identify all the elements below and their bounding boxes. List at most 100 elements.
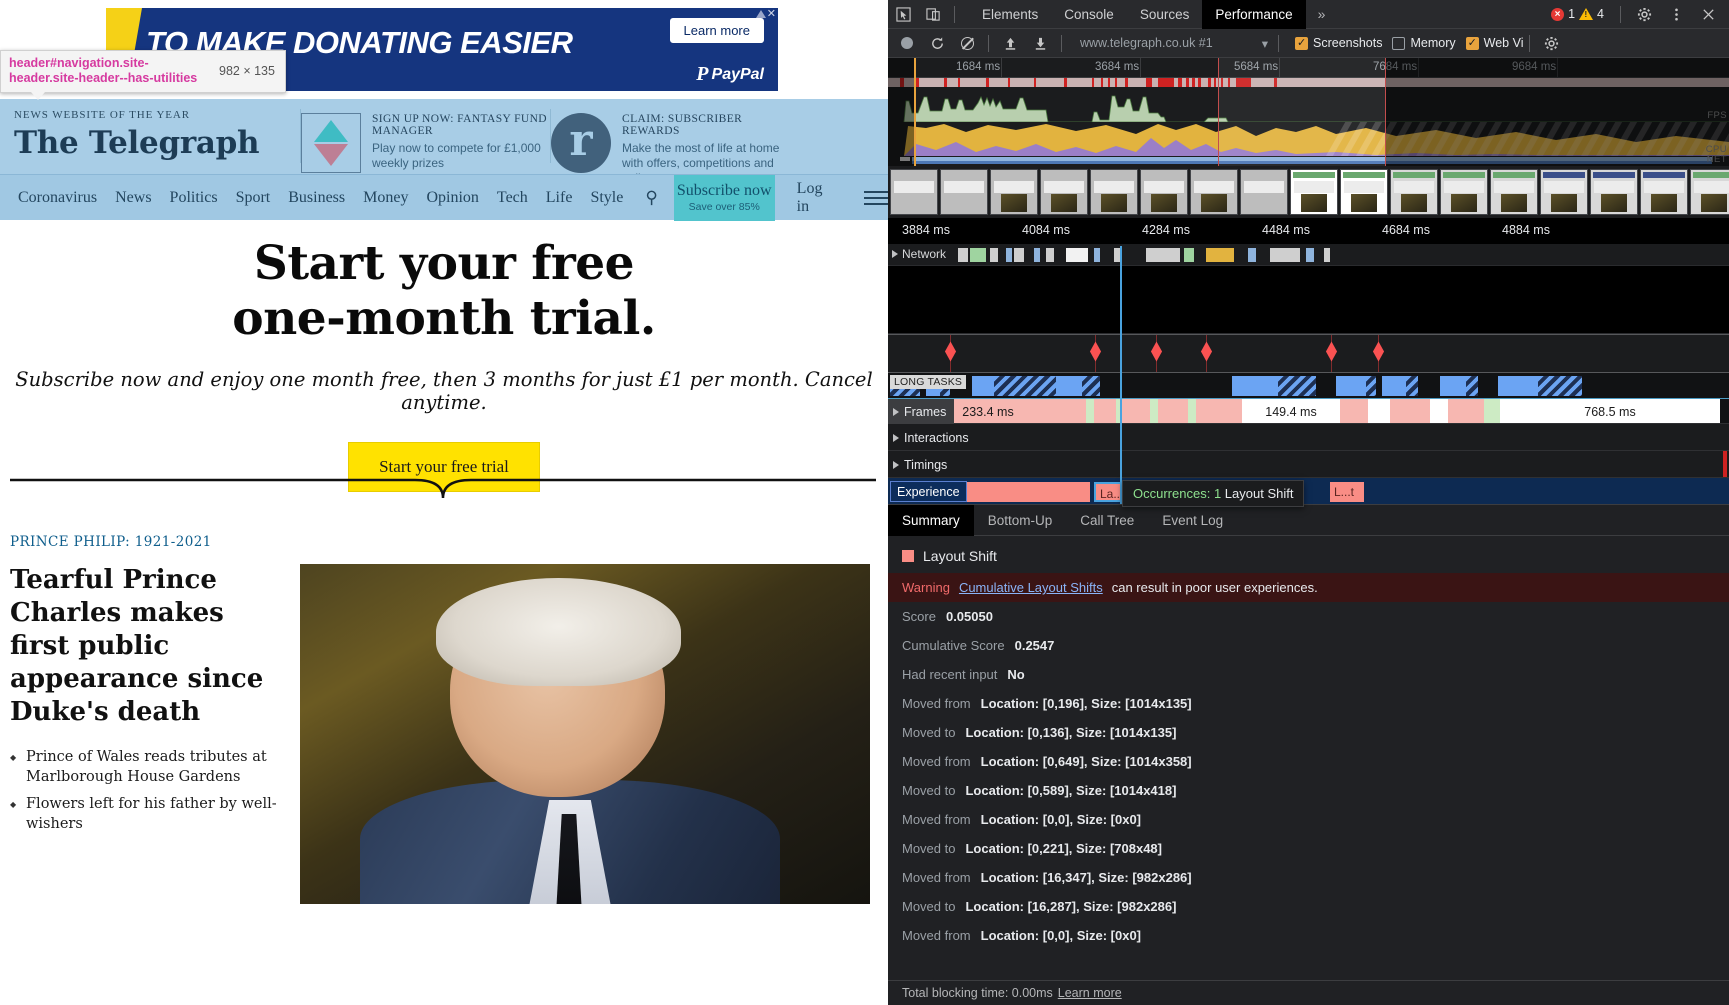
filmstrip-frame[interactable]	[1540, 169, 1588, 215]
timing-marker-red[interactable]	[1723, 451, 1727, 478]
login-link[interactable]: Log in	[797, 180, 828, 216]
frame-duration-3[interactable]: 768.5 ms	[1500, 399, 1720, 424]
chevron-right-icon[interactable]	[893, 407, 899, 416]
filmstrip-frame[interactable]	[1040, 169, 1088, 215]
timing-marker[interactable]	[1089, 341, 1102, 362]
promo-fantasy-fund-manager[interactable]: SIGN UP NOW: FANTASY FUND MANAGER Play n…	[301, 99, 550, 173]
nav-item-sport[interactable]: Sport	[236, 189, 271, 207]
overview-selection-window[interactable]	[1218, 58, 1386, 166]
experience-track-header[interactable]: Experience	[890, 481, 967, 502]
timings-track-header[interactable]: Timings	[888, 451, 955, 478]
network-track-header[interactable]: Network	[892, 247, 946, 261]
tab-console[interactable]: Console	[1051, 0, 1127, 29]
filmstrip-frame-selected-2[interactable]	[1340, 169, 1388, 215]
frames-track-header[interactable]: Frames	[888, 399, 955, 424]
more-vertical-icon[interactable]	[1661, 0, 1691, 29]
timeline-overview[interactable]: 1684 ms 3684 ms 5684 ms 7684 ms 9684 ms	[888, 58, 1729, 166]
filmstrip-frame[interactable]	[1240, 169, 1288, 215]
record-circle-icon[interactable]	[892, 29, 922, 58]
timing-marker[interactable]	[944, 341, 957, 362]
cumulative-layout-shifts-link[interactable]: Cumulative Layout Shifts	[959, 580, 1103, 595]
webvitals-checkbox[interactable]: Web Vi	[1465, 36, 1523, 50]
timings-track[interactable]: Timings	[888, 450, 1729, 478]
ad-learn-more-button[interactable]: Learn more	[669, 18, 764, 43]
frame-duration-2[interactable]: 149.4 ms	[1242, 399, 1340, 424]
tab-performance[interactable]: Performance	[1202, 0, 1306, 29]
filmstrip-frame[interactable]	[1690, 169, 1729, 215]
timing-marker[interactable]	[1325, 341, 1338, 362]
upload-profile-icon[interactable]	[995, 29, 1025, 58]
chevron-double-right-icon[interactable]: »	[1306, 6, 1338, 22]
nav-item-life[interactable]: Life	[546, 189, 573, 207]
experience-track[interactable]: ut Shift La... L...t Experience Occurren…	[888, 477, 1729, 507]
network-track[interactable]: Network	[888, 244, 1729, 266]
tab-summary[interactable]: Summary	[888, 504, 974, 536]
memory-checkbox[interactable]: Memory	[1392, 36, 1456, 50]
ad-close-icon[interactable]: ✕	[767, 9, 776, 20]
nav-item-money[interactable]: Money	[363, 189, 408, 207]
promo-subscriber-rewards[interactable]: r CLAIM: SUBSCRIBER REWARDS Make the mos…	[551, 99, 800, 186]
filmstrip-frame[interactable]	[1190, 169, 1238, 215]
timings-markers-lane[interactable]	[888, 334, 1729, 373]
list-item[interactable]: Prince of Wales reads tributes at Marlbo…	[10, 747, 278, 787]
tab-elements[interactable]: Elements	[969, 0, 1051, 29]
long-task-hatch[interactable]	[994, 376, 1056, 396]
article-photo[interactable]	[300, 564, 870, 904]
close-icon[interactable]	[1693, 0, 1723, 29]
main-track-empty[interactable]	[888, 266, 1729, 334]
timing-marker[interactable]	[1372, 341, 1385, 362]
brand-column[interactable]: NEWS WEBSITE OF THE YEAR The Telegraph	[0, 99, 300, 161]
timing-marker[interactable]	[1200, 341, 1213, 362]
filmstrip-frame[interactable]	[1490, 169, 1538, 215]
filmstrip-frame[interactable]	[1440, 169, 1488, 215]
article-headline[interactable]: Tearful Prince Charles makes first publi…	[10, 564, 278, 729]
gear-icon[interactable]	[1629, 0, 1659, 29]
search-icon[interactable]: ⚲	[645, 188, 657, 208]
learn-more-link[interactable]: Learn more	[1058, 986, 1122, 1000]
chevron-right-icon[interactable]	[892, 250, 898, 258]
device-toolbar-icon[interactable]	[918, 0, 948, 29]
tab-event-log[interactable]: Event Log	[1148, 505, 1237, 536]
nav-item-opinion[interactable]: Opinion	[426, 189, 478, 207]
long-task-block[interactable]	[972, 376, 994, 396]
clear-prohibited-icon[interactable]	[952, 29, 982, 58]
nav-item-business[interactable]: Business	[288, 189, 345, 207]
filmstrip-frame-selected[interactable]	[1290, 169, 1338, 215]
chevron-down-icon[interactable]: ▾	[1262, 36, 1268, 51]
filmstrip-frame[interactable]	[890, 169, 938, 215]
timing-marker[interactable]	[1150, 341, 1163, 362]
chevron-right-icon[interactable]	[893, 433, 899, 442]
tab-call-tree[interactable]: Call Tree	[1066, 505, 1148, 536]
filmstrip-frame[interactable]	[1590, 169, 1638, 215]
tab-bottom-up[interactable]: Bottom-Up	[974, 505, 1067, 536]
chevron-right-icon[interactable]	[893, 460, 899, 469]
filmstrip-frame[interactable]	[1090, 169, 1138, 215]
inspect-element-icon[interactable]	[888, 0, 918, 29]
nav-item-coronavirus[interactable]: Coronavirus	[18, 189, 97, 207]
tab-sources[interactable]: Sources	[1127, 0, 1203, 29]
subscribe-now-button[interactable]: Subscribe now Save over 85%	[673, 174, 775, 221]
interactions-track-header[interactable]: Interactions	[888, 424, 977, 451]
frames-track[interactable]: 233.4 ms 149.4 ms 768.5 ms Frames	[888, 398, 1729, 424]
interactions-track[interactable]: Interactions	[888, 423, 1729, 450]
issue-counter[interactable]: × 1 4	[1543, 0, 1612, 29]
capture-settings-gear-icon[interactable]	[1536, 29, 1566, 58]
filmstrip-frame[interactable]	[1140, 169, 1188, 215]
filmstrip-frame[interactable]	[1390, 169, 1438, 215]
filmstrip[interactable]	[888, 166, 1729, 218]
long-tasks-lane[interactable]: LONG TASKS	[888, 372, 1729, 398]
filmstrip-frame[interactable]	[1640, 169, 1688, 215]
reload-icon[interactable]	[922, 29, 952, 58]
download-profile-icon[interactable]	[1025, 29, 1055, 58]
nav-item-tech[interactable]: Tech	[497, 189, 528, 207]
nav-item-style[interactable]: Style	[590, 189, 623, 207]
filmstrip-frame[interactable]	[940, 169, 988, 215]
nav-item-politics[interactable]: Politics	[170, 189, 218, 207]
filmstrip-frame[interactable]	[990, 169, 1038, 215]
telegraph-logo[interactable]: The Telegraph	[14, 125, 300, 161]
nav-item-news[interactable]: News	[115, 189, 151, 207]
screenshots-checkbox[interactable]: Screenshots	[1295, 36, 1382, 50]
article-kicker[interactable]: PRINCE PHILIP: 1921-2021	[10, 534, 876, 550]
list-item[interactable]: Flowers left for his father by well-wish…	[10, 794, 278, 834]
layout-shift-block-5[interactable]: L...t	[1330, 482, 1364, 502]
